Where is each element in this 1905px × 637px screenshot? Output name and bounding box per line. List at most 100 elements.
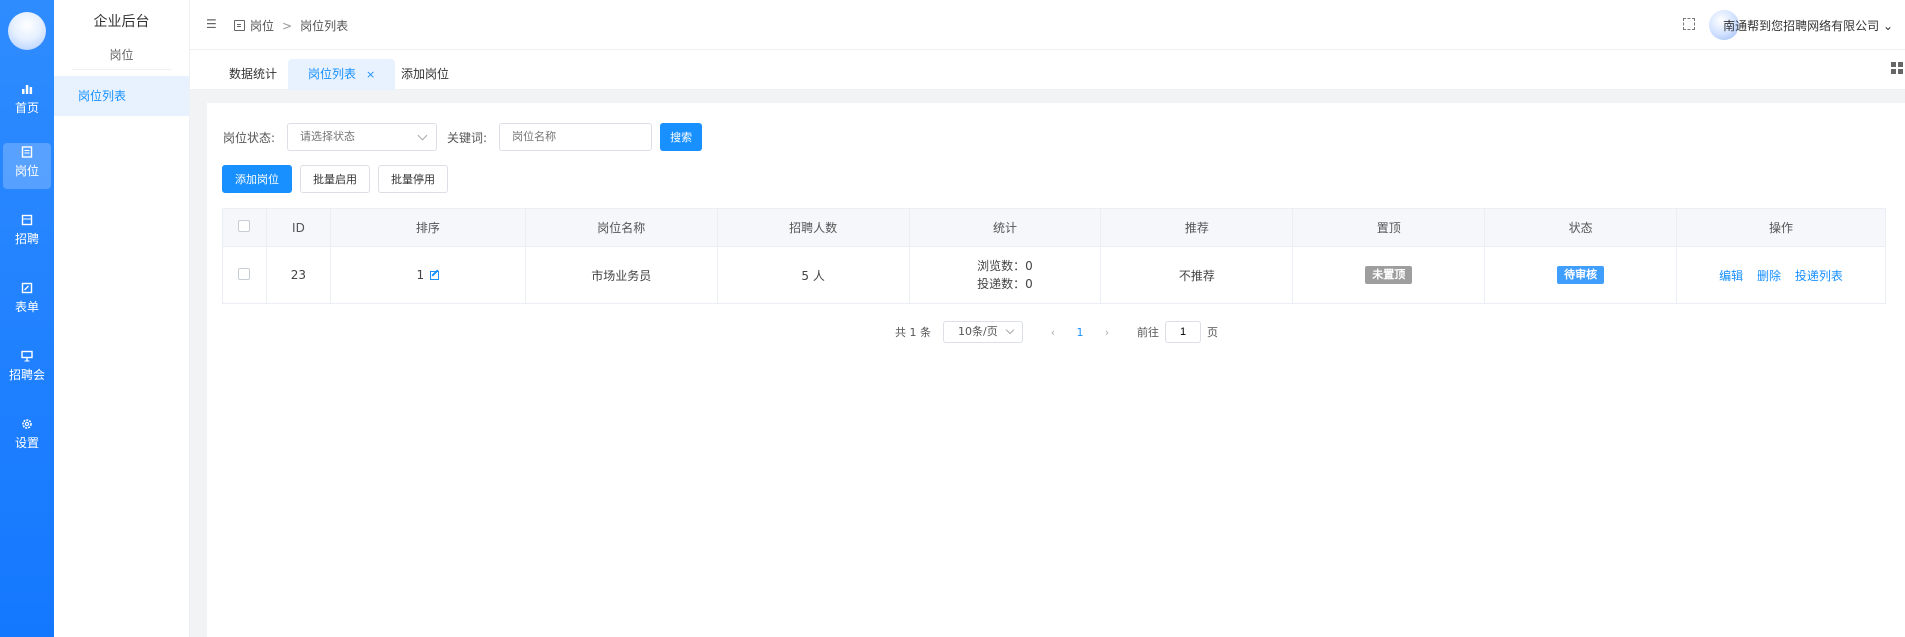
select-all-cell (222, 208, 267, 247)
presentation-icon (3, 347, 51, 367)
page-size-select[interactable]: 10条/页 (943, 321, 1023, 343)
tab-job-list[interactable]: 岗位列表 × (288, 59, 396, 90)
filter-bar: 岗位状态: 关键词: 搜索 (223, 123, 703, 151)
action-bar: 添加岗位 批量启用 批量停用 (222, 165, 456, 193)
rail-item-home[interactable]: 首页 (3, 80, 51, 126)
rail-item-label: 设置 (14, 436, 39, 450)
views-count: 浏览数：0 (977, 259, 1033, 273)
batch-enable-button[interactable]: 批量启用 (300, 165, 370, 193)
icon-rail: 首页 岗位 招聘 表单 招聘会 设置 (0, 0, 54, 637)
delete-link[interactable]: 删除 (1757, 269, 1781, 283)
top-badge[interactable]: 未置顶 (1365, 266, 1413, 284)
search-button[interactable]: 搜索 (660, 123, 703, 151)
column-header: 推荐 (1100, 208, 1294, 247)
sidebar-title: 企业后台 (93, 14, 150, 30)
goto-label: 前往 (1137, 326, 1159, 339)
tab-data-stats[interactable]: 数据统计 (209, 59, 297, 90)
row-select-cell (222, 246, 267, 304)
operations-cell: 编辑 删除 投递列表 (1676, 246, 1886, 304)
status-label: 岗位状态: (223, 130, 276, 145)
job-name-cell: 市场业务员 (524, 246, 718, 304)
tab-bar: 数据统计 岗位列表 × 添加岗位 (190, 50, 1905, 90)
job-table: ID 排序 岗位名称 招聘人数 统计 推荐 置顶 状态 操作 23 1 市场业务… (222, 208, 1886, 304)
tab-add-job[interactable]: 添加岗位 (381, 59, 469, 90)
column-header: 排序 (329, 208, 526, 247)
headcount-cell: 5 人 (716, 246, 910, 304)
breadcrumb: 岗位 > 岗位列表 (234, 17, 348, 34)
rail-item-job-fair[interactable]: 招聘会 (3, 347, 51, 393)
logo (8, 12, 46, 50)
tab-label: 添加岗位 (401, 67, 450, 81)
document-icon (3, 143, 51, 163)
table-header-row: ID 排序 岗位名称 招聘人数 统计 推荐 置顶 状态 操作 (222, 208, 1886, 247)
page-number[interactable]: 1 (1065, 326, 1095, 339)
total-count: 共 1 条 (895, 326, 931, 339)
applies-count: 投递数：0 (977, 277, 1033, 291)
rail-item-label: 招聘会 (8, 368, 45, 382)
column-header: 统计 (908, 208, 1102, 247)
tab-label: 岗位列表 (308, 67, 357, 81)
rail-item-settings[interactable]: 设置 (3, 415, 51, 461)
row-checkbox[interactable] (238, 267, 251, 280)
chevron-down-icon: ⌄ (1882, 19, 1893, 33)
recommend-cell: 不推荐 (1100, 246, 1294, 304)
rail-item-forms[interactable]: 表单 (3, 279, 51, 325)
sidebar: 企业后台 岗位 岗位列表 (54, 0, 190, 637)
sidebar-item-job-list[interactable]: 岗位列表 (54, 76, 189, 116)
user-menu[interactable]: 南通帮到您招聘网络有限公司 ⌄ (1723, 17, 1893, 34)
sort-value: 1 (416, 268, 425, 282)
batch-disable-button[interactable]: 批量停用 (378, 165, 448, 193)
chevron-down-icon (1005, 325, 1015, 335)
close-icon[interactable]: × (366, 68, 375, 81)
rail-item-label: 表单 (14, 300, 39, 314)
id-cell: 23 (265, 246, 331, 304)
top-cell: 未置顶 (1292, 246, 1486, 304)
gear-icon (3, 415, 51, 435)
sidebar-group-label: 岗位 (72, 44, 171, 70)
next-page-icon[interactable]: › (1095, 326, 1119, 339)
column-header: 状态 (1484, 208, 1678, 247)
page-size-value: 10条/页 (958, 325, 998, 338)
rail-item-label: 首页 (14, 101, 39, 115)
column-header: ID (265, 208, 331, 247)
keyword-input[interactable] (500, 124, 652, 150)
select-all-checkbox[interactable] (238, 220, 251, 232)
fullscreen-icon[interactable] (1683, 18, 1695, 30)
keyword-label: 关键词: (447, 130, 488, 145)
table-row: 23 1 市场业务员 5 人 浏览数：0 投递数：0 不推荐 未置顶 待审核 编… (222, 246, 1886, 304)
status-badge[interactable]: 待审核 (1557, 266, 1605, 284)
rail-item-recruit[interactable]: 招聘 (3, 211, 51, 257)
stats-cell: 浏览数：0 投递数：0 (908, 246, 1102, 304)
tab-label: 数据统计 (229, 67, 278, 81)
grid-menu-icon[interactable] (1891, 62, 1903, 74)
status-cell: 待审核 (1484, 246, 1678, 304)
column-header: 置顶 (1292, 208, 1486, 247)
keyword-field[interactable] (499, 123, 653, 151)
status-select[interactable] (287, 123, 438, 151)
prev-page-icon[interactable]: ‹ (1041, 326, 1065, 339)
edit-icon[interactable] (430, 271, 440, 280)
inbox-icon (3, 211, 51, 231)
sort-cell: 1 (329, 246, 526, 304)
pagination: 共 1 条 10条/页 ‹ 1 › 前往 页 (895, 321, 1218, 343)
company-name: 南通帮到您招聘网络有限公司 (1723, 19, 1880, 33)
breadcrumb-separator: > (282, 18, 293, 33)
goto-page-input[interactable] (1165, 321, 1201, 343)
breadcrumb-item[interactable]: 岗位 (250, 17, 274, 34)
rail-item-label: 招聘 (14, 232, 39, 246)
top-header: ☰ 岗位 > 岗位列表 南通帮到您招聘网络有限公司 ⌄ (190, 0, 1905, 50)
column-header: 招聘人数 (716, 208, 910, 247)
rail-item-label: 岗位 (14, 164, 39, 178)
status-select-input[interactable] (288, 124, 437, 150)
edit-link[interactable]: 编辑 (1719, 269, 1743, 283)
main-content: 岗位状态: 关键词: 搜索 添加岗位 批量启用 批量停用 ID 排序 岗位名称 … (207, 103, 1905, 637)
applications-link[interactable]: 投递列表 (1795, 269, 1843, 283)
collapse-menu-icon[interactable]: ☰ (206, 17, 220, 31)
add-job-button[interactable]: 添加岗位 (222, 165, 292, 193)
column-header: 操作 (1676, 208, 1886, 247)
form-edit-icon (3, 279, 51, 299)
column-header: 岗位名称 (524, 208, 718, 247)
bar-chart-icon (3, 80, 51, 100)
rail-item-jobs[interactable]: 岗位 (3, 143, 51, 189)
document-icon (234, 20, 245, 31)
